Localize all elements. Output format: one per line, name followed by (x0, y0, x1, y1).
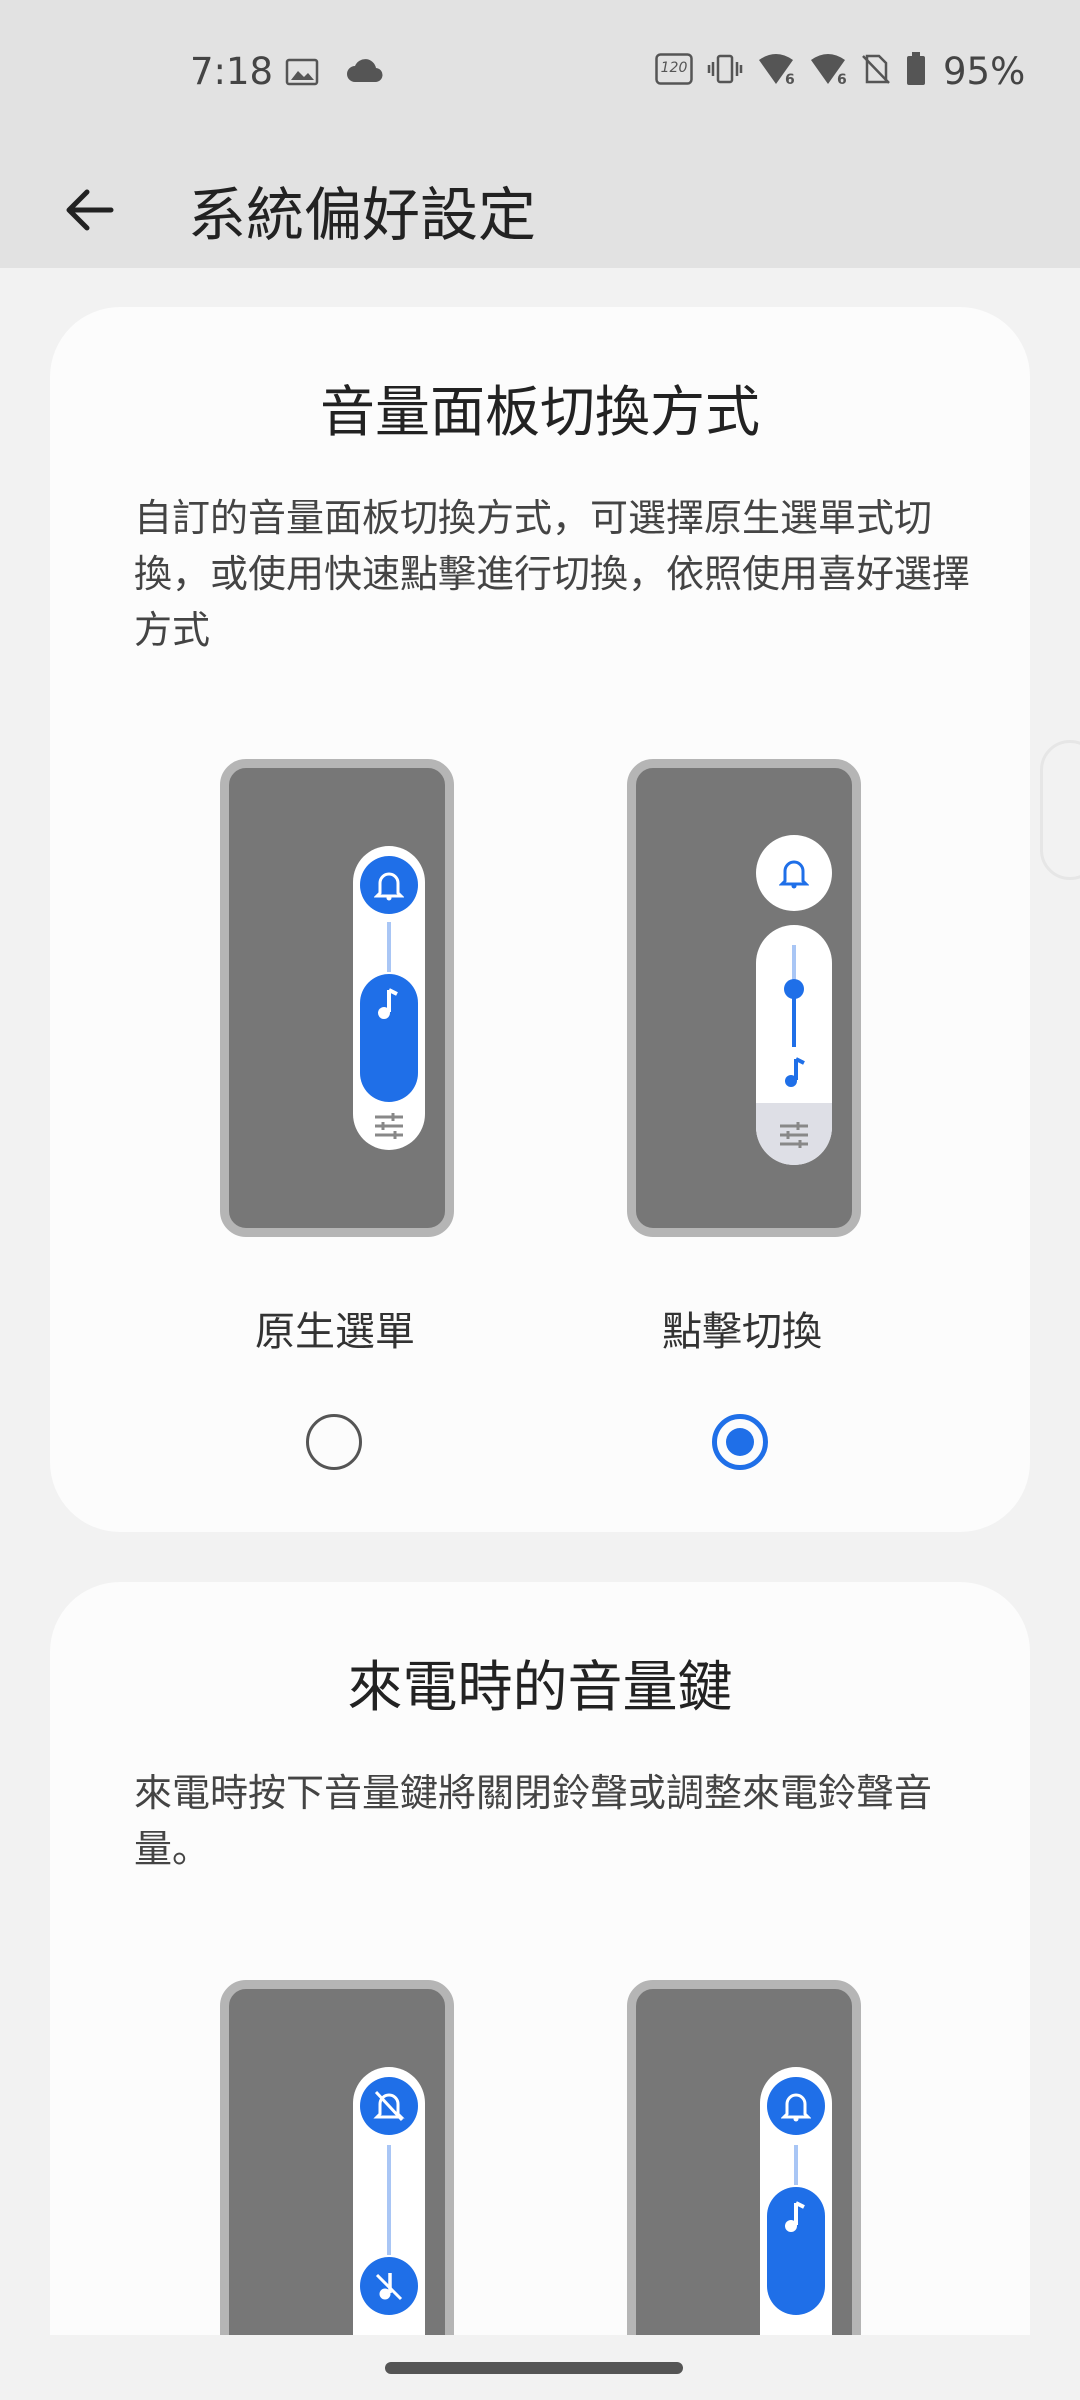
cloud-icon (345, 56, 385, 90)
bell-icon (767, 2077, 825, 2135)
music-note-icon (373, 986, 405, 1028)
bell-icon (779, 860, 809, 889)
wifi-6-icon: 6 (757, 52, 795, 90)
back-button[interactable] (40, 160, 140, 260)
battery-percent: 95% (943, 50, 1026, 93)
edge-panel-handle[interactable] (1040, 740, 1080, 880)
gallery-icon (285, 58, 319, 90)
volume-track (387, 922, 391, 972)
wifi-6-label: 6 (837, 72, 847, 86)
card-title: 來電時的音量鍵 (347, 1655, 733, 1719)
volume-panel-switch-card: 音量面板切換方式 自訂的音量面板切換方式，可選擇原生選單式切換，或使用快速點擊進… (50, 307, 1030, 1532)
arrow-back-icon (66, 189, 114, 231)
option-native-menu-label: 原生選單 (255, 1309, 415, 1355)
app-bar: 系統偏好設定 (0, 150, 1080, 268)
bell-icon (360, 856, 418, 914)
wifi-6-icon: 6 (809, 52, 847, 90)
status-icons: 120 6 6 (655, 52, 927, 90)
option-tap-switch-label: 點擊切換 (662, 1309, 822, 1355)
incoming-call-volume-key-card: 來電時的音量鍵 來電時按下音量鍵將關閉鈴聲或調整來電鈴聲音量。 (50, 1582, 1030, 2400)
volume-panel (756, 925, 832, 1165)
page-title: 系統偏好設定 (188, 181, 537, 249)
refresh-rate-label: 120 (661, 60, 688, 76)
no-sim-icon (861, 53, 891, 89)
volume-track (794, 2145, 798, 2185)
sliders-icon (373, 1111, 405, 1145)
battery-icon (905, 52, 927, 90)
native-menu-preview[interactable] (220, 759, 454, 1237)
radio-tap-switch[interactable] (712, 1414, 768, 1470)
status-bar: 7:18 120 6 6 95% (0, 0, 1080, 150)
vibrate-icon (707, 53, 743, 89)
radio-native-menu[interactable] (306, 1414, 362, 1470)
card-description: 來電時按下音量鍵將關閉鈴聲或調整來電鈴聲音量。 (134, 1771, 933, 1871)
card-title: 音量面板切換方式 (319, 380, 760, 444)
bell-button (756, 835, 832, 911)
music-note-icon (780, 1055, 810, 1095)
wifi-6-label: 6 (785, 72, 795, 86)
music-off-icon (360, 2257, 418, 2315)
status-time: 7:18 (190, 50, 274, 93)
volume-track (387, 2145, 391, 2255)
card-description: 自訂的音量面板切換方式，可選擇原生選單式切換，或使用快速點擊進行切換，依照使用喜… (134, 496, 971, 652)
bell-off-icon (360, 2077, 418, 2135)
volume-thumb (784, 979, 804, 999)
music-note-icon (780, 2199, 812, 2241)
sliders-icon (778, 1120, 810, 1154)
volume-panel (353, 846, 425, 1150)
tap-switch-preview[interactable] (627, 759, 861, 1237)
refresh-rate-120hz-icon: 120 (655, 53, 693, 89)
home-gesture-handle[interactable] (385, 2362, 683, 2374)
